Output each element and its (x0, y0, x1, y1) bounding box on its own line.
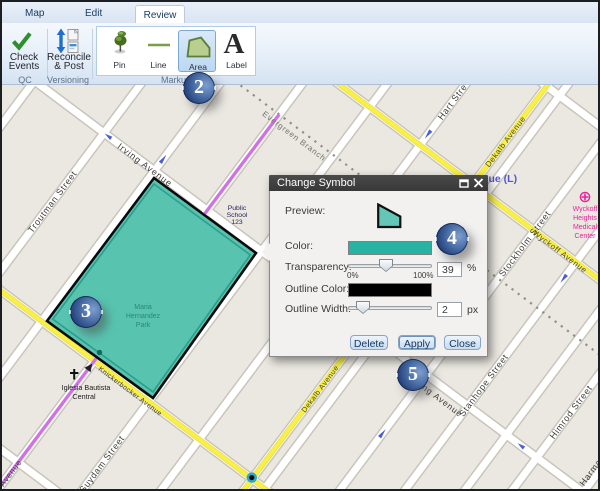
svg-text:ue (L): ue (L) (489, 173, 518, 185)
svg-text:Central: Central (72, 392, 96, 401)
svg-text:123: 123 (231, 219, 243, 226)
svg-text:Hernandez: Hernandez (126, 313, 161, 320)
svg-text:Wyckoff: Wyckoff (573, 206, 598, 213)
svg-text:Public: Public (228, 205, 247, 212)
svg-text:Maria: Maria (134, 304, 152, 311)
svg-text:Park: Park (136, 322, 151, 329)
svg-text:Heights: Heights (573, 215, 597, 222)
svg-text:Center: Center (574, 233, 596, 240)
svg-text:Iglesia Bautista: Iglesia Bautista (62, 383, 111, 392)
svg-text:School: School (227, 212, 248, 219)
svg-text:Medical: Medical (573, 224, 598, 231)
